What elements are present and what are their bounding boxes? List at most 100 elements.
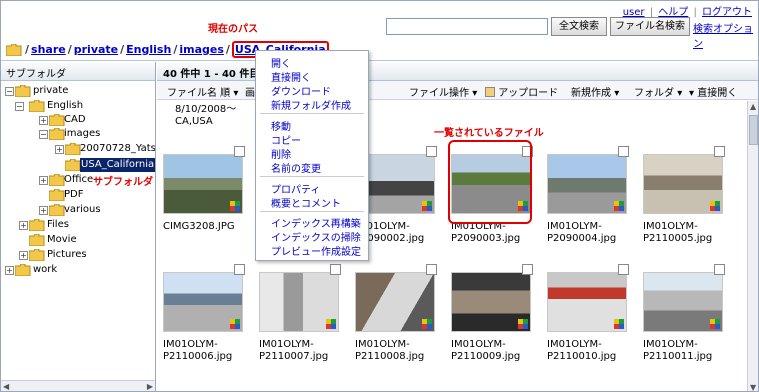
file-name-line2: P2110007.jpg bbox=[259, 351, 329, 362]
file-name: IM01OLYM- P2090004.jpg bbox=[547, 221, 642, 245]
menu-item-properties[interactable]: プロパティ bbox=[271, 181, 320, 196]
expand-icon[interactable]: + bbox=[55, 145, 64, 154]
file-checkbox[interactable] bbox=[714, 146, 725, 157]
expand-icon[interactable]: + bbox=[39, 116, 48, 125]
breadcrumb-share[interactable]: share bbox=[31, 43, 66, 56]
file-thumbnail[interactable] bbox=[451, 272, 531, 332]
folder-tree: − private − English + CAD − images + 200… bbox=[1, 81, 155, 381]
menu-separator bbox=[260, 176, 364, 177]
file-thumbnail[interactable] bbox=[163, 272, 243, 332]
expand-icon[interactable]: + bbox=[39, 176, 48, 185]
file-checkbox[interactable] bbox=[618, 264, 629, 275]
folder-icon bbox=[6, 44, 22, 56]
file-name: IM01OLYM- P2110007.jpg bbox=[259, 339, 354, 363]
file-thumbnail[interactable] bbox=[259, 272, 339, 332]
menu-item-delete[interactable]: 削除 bbox=[271, 146, 291, 161]
folder-dropdown[interactable]: フォルダ ▾ bbox=[634, 84, 682, 99]
tree-label-pictures[interactable]: Pictures bbox=[47, 248, 87, 262]
menu-item-open[interactable]: 開く bbox=[271, 55, 291, 70]
folder-label: フォルダ bbox=[634, 88, 674, 99]
scroll-down-icon[interactable]: ▼ bbox=[750, 383, 756, 391]
menu-item-rebuild-index[interactable]: インデックス再構築 bbox=[271, 215, 361, 230]
collapse-icon[interactable]: − bbox=[5, 87, 14, 96]
tree-label-usa-california[interactable]: USA_California bbox=[80, 158, 155, 172]
file-ops-label: ファイル操作 bbox=[409, 88, 469, 99]
file-checkbox[interactable] bbox=[234, 264, 245, 275]
folder-icon bbox=[29, 249, 45, 261]
menu-item-preview-settings[interactable]: プレビュー作成設定 bbox=[271, 243, 361, 258]
menu-item-download[interactable]: ダウンロード bbox=[271, 83, 331, 98]
menu-item-rename[interactable]: 名前の変更 bbox=[271, 160, 321, 175]
menu-item-new-folder[interactable]: 新規フォルダ作成 bbox=[271, 97, 351, 112]
scroll-up-icon[interactable]: ▲ bbox=[750, 102, 756, 111]
expand-icon[interactable]: + bbox=[19, 221, 28, 230]
file-name-line1: IM01OLYM- bbox=[547, 339, 602, 350]
horizontal-scrollbar[interactable]: ◀ ▶ bbox=[1, 380, 155, 391]
menu-item-direct-open[interactable]: 直接開く bbox=[271, 69, 311, 84]
file-checkbox[interactable] bbox=[714, 264, 725, 275]
sort-dropdown[interactable]: ファイル名 順 ▾ bbox=[167, 84, 238, 99]
listed-files-annotation: 一覧されているファイル bbox=[434, 128, 544, 139]
file-checkbox[interactable] bbox=[234, 146, 245, 157]
scroll-left-icon[interactable]: ◀ bbox=[3, 382, 9, 391]
tree-label-movie[interactable]: Movie bbox=[47, 233, 77, 247]
tree-label-cad[interactable]: CAD bbox=[64, 113, 86, 127]
search-input[interactable] bbox=[386, 18, 548, 35]
file-thumbnail[interactable] bbox=[547, 154, 627, 214]
menu-item-summary-comments[interactable]: 概要とコメント bbox=[271, 195, 341, 210]
direct-open-button[interactable]: ▾ 直接開く bbox=[689, 84, 737, 99]
upload-button[interactable]: アップロード bbox=[485, 84, 558, 99]
breadcrumb-images[interactable]: images bbox=[179, 43, 224, 56]
collapse-icon[interactable]: − bbox=[15, 102, 24, 111]
file-name: CIMG3208.JPG bbox=[163, 221, 258, 233]
expand-icon[interactable]: + bbox=[39, 206, 48, 215]
file-thumbnail[interactable] bbox=[355, 272, 435, 332]
file-checkbox[interactable] bbox=[426, 264, 437, 275]
menu-item-clean-index[interactable]: インデックスの掃除 bbox=[271, 229, 361, 244]
file-name-line1: IM01OLYM- bbox=[643, 339, 698, 350]
file-ops-dropdown[interactable]: ファイル操作 ▾ bbox=[409, 84, 477, 99]
logout-link[interactable]: ログアウト bbox=[702, 7, 752, 18]
new-dropdown[interactable]: 新規作成 ▾ bbox=[571, 84, 619, 99]
expand-icon[interactable]: + bbox=[5, 266, 14, 275]
file-checkbox[interactable] bbox=[426, 146, 437, 157]
menu-separator bbox=[260, 113, 364, 114]
scrollbar-thumb[interactable] bbox=[749, 115, 758, 145]
tree-label-private[interactable]: private bbox=[33, 84, 68, 98]
breadcrumb-english[interactable]: English bbox=[126, 43, 171, 56]
file-checkbox[interactable] bbox=[330, 264, 341, 275]
menu-item-move[interactable]: 移動 bbox=[271, 118, 291, 133]
file-checkbox[interactable] bbox=[618, 146, 629, 157]
file-thumbnail[interactable] bbox=[643, 154, 723, 214]
tree-label-work[interactable]: work bbox=[33, 263, 57, 277]
tree-label-files[interactable]: Files bbox=[47, 218, 69, 232]
file-name: IM01OLYM- P2110010.jpg bbox=[547, 339, 642, 363]
tree-label-various[interactable]: various bbox=[64, 203, 101, 217]
scroll-right-icon[interactable]: ▶ bbox=[147, 382, 153, 391]
filename-search-button[interactable]: ファイル名検索 bbox=[610, 17, 690, 36]
new-label: 新規作成 bbox=[571, 88, 611, 99]
tree-label-yatsu[interactable]: 20070728_Yatsu bbox=[80, 142, 155, 156]
expand-icon[interactable]: + bbox=[19, 251, 28, 260]
tree-label-images[interactable]: images bbox=[64, 127, 100, 141]
vertical-scrollbar[interactable]: ▲ ▼ bbox=[747, 101, 758, 391]
breadcrumb: /share/private/English/images/USA_Califo… bbox=[1, 39, 758, 61]
file-name-line1: CIMG3208.JPG bbox=[163, 221, 235, 232]
folder-icon bbox=[49, 174, 65, 186]
toolbar-partial-item[interactable]: 画 bbox=[245, 84, 255, 99]
file-thumbnail[interactable] bbox=[547, 272, 627, 332]
folder-icon bbox=[15, 85, 31, 97]
direct-open-label: 直接開く bbox=[697, 88, 738, 99]
breadcrumb-private[interactable]: private bbox=[74, 43, 118, 56]
upload-icon bbox=[485, 87, 495, 97]
file-name: IM01OLYM- P2090003.jpg bbox=[451, 221, 546, 245]
fulltext-search-button[interactable]: 全文検索 bbox=[551, 17, 607, 36]
file-thumbnail[interactable] bbox=[163, 154, 243, 214]
tree-label-office[interactable]: Office bbox=[64, 173, 93, 187]
menu-item-copy[interactable]: コピー bbox=[271, 132, 301, 147]
tree-label-pdf[interactable]: PDF bbox=[64, 188, 83, 202]
collapse-icon[interactable]: − bbox=[39, 130, 48, 139]
file-thumbnail[interactable] bbox=[643, 272, 723, 332]
file-checkbox[interactable] bbox=[522, 264, 533, 275]
tree-label-english[interactable]: English bbox=[47, 99, 83, 113]
